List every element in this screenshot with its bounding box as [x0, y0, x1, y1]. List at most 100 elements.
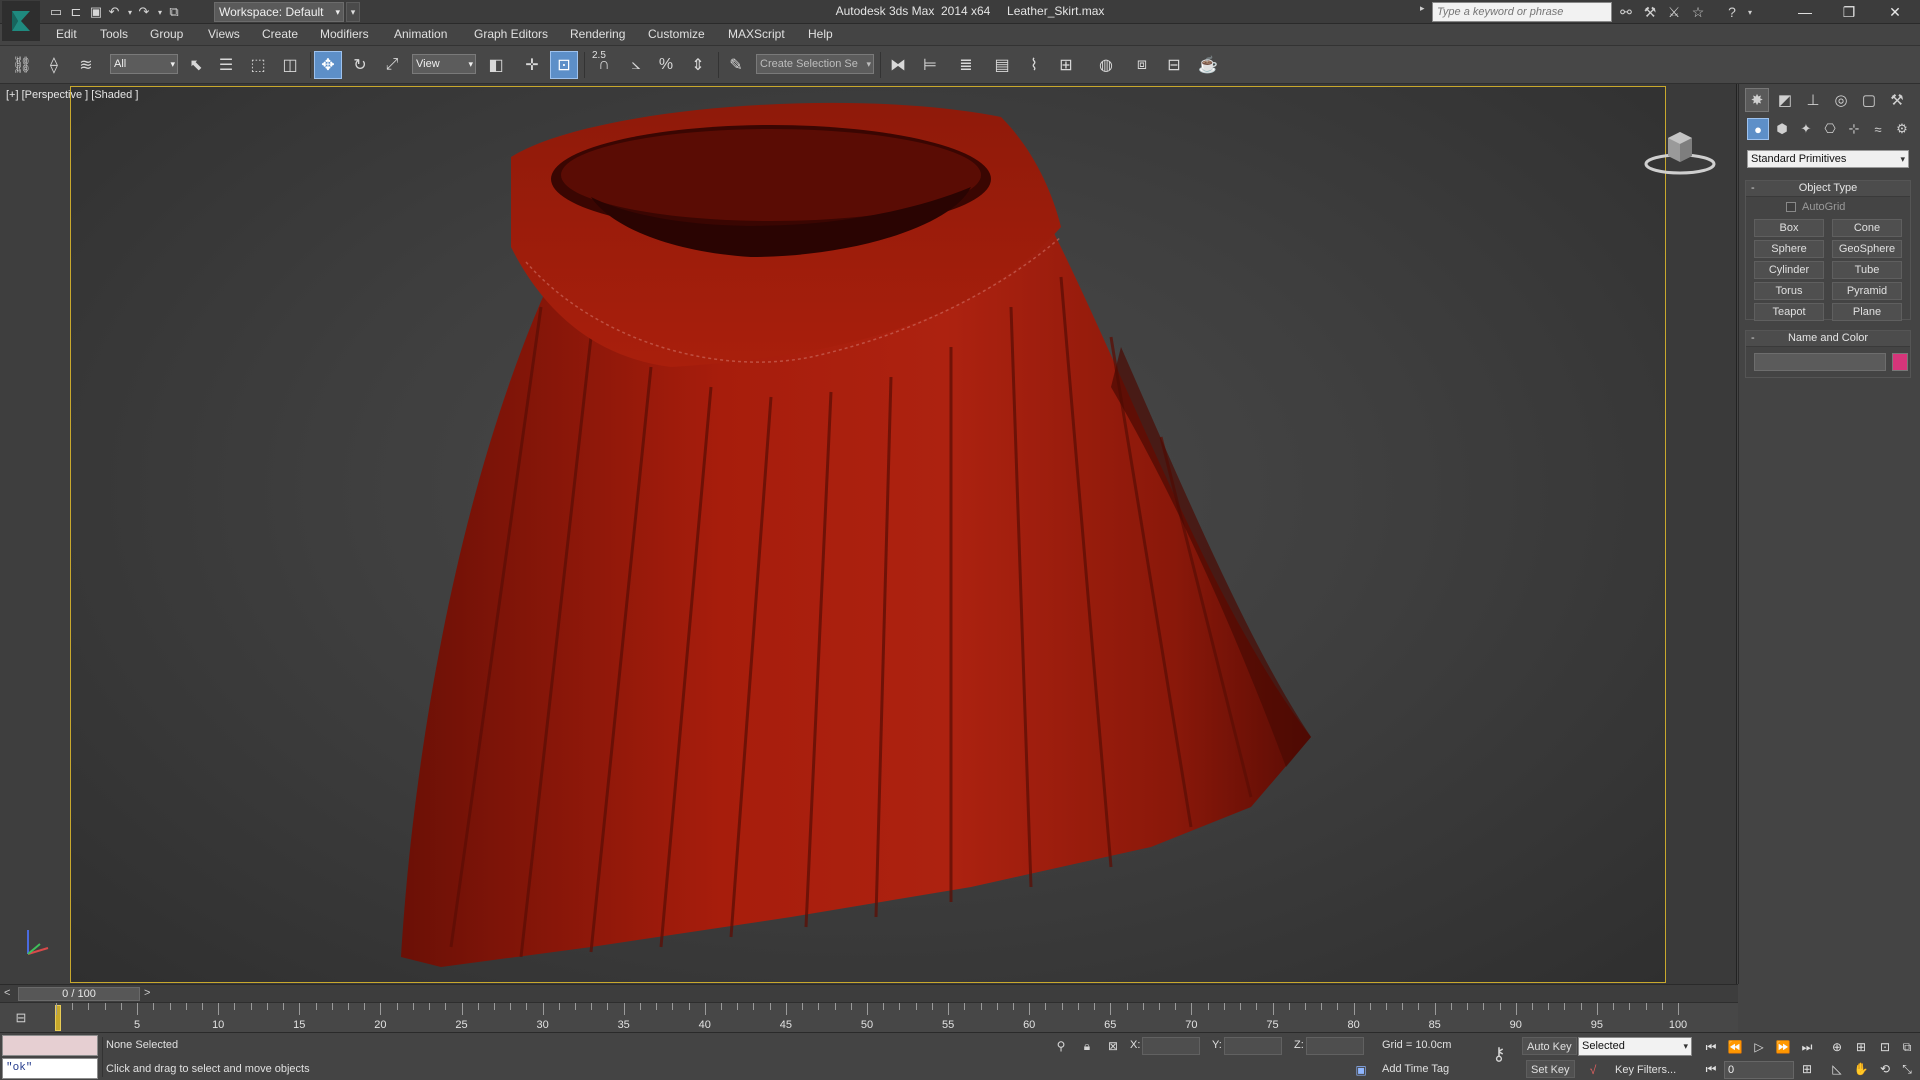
time-slider[interactable]: < 0 / 100 > [0, 984, 1738, 1002]
auto-key-button[interactable]: Auto Key [1522, 1037, 1577, 1055]
set-key-button[interactable]: Set Key [1526, 1060, 1575, 1078]
angle-snap-icon[interactable]: ⦣ [622, 51, 650, 79]
x-coordinate-field[interactable] [1142, 1037, 1200, 1055]
open-mini-curve-editor-icon[interactable]: ⊟ [10, 1009, 32, 1027]
go-to-end-icon[interactable]: ⏭ [1796, 1037, 1818, 1057]
zoom-icon[interactable]: ⊕ [1826, 1037, 1848, 1057]
menu-tools[interactable]: Tools [98, 27, 130, 41]
select-and-manipulate-icon[interactable]: ✛ [518, 51, 546, 79]
geosphere-button[interactable]: GeoSphere [1832, 240, 1902, 258]
object-color-swatch[interactable] [1892, 353, 1908, 371]
snaps-toggle-icon[interactable]: ∩ [590, 51, 618, 79]
link-icon[interactable]: ⛓ [8, 51, 36, 79]
current-frame-field[interactable]: 0 [1724, 1061, 1794, 1079]
time-tag-icon[interactable]: ▣ [1352, 1061, 1370, 1079]
previous-frame-icon[interactable]: < [4, 987, 10, 999]
menu-help[interactable]: Help [806, 27, 835, 41]
window-crossing-icon[interactable]: ◫ [276, 51, 304, 79]
orbit-icon[interactable]: ⟲ [1874, 1059, 1896, 1079]
add-time-tag[interactable]: Add Time Tag [1382, 1063, 1449, 1075]
rendered-frame-window-icon[interactable]: ⊟ [1160, 51, 1188, 79]
align-icon[interactable]: ⊨ [916, 51, 944, 79]
render-production-icon[interactable]: ☕ [1194, 51, 1222, 79]
modify-tab-icon[interactable]: ◩ [1773, 88, 1797, 112]
schematic-view-icon[interactable]: ⊞ [1052, 51, 1080, 79]
zoom-extents-all-icon[interactable]: ⧉ [1896, 1037, 1918, 1057]
default-in-out-tangents-key-icon[interactable]: ⚷ [1486, 1044, 1512, 1064]
systems-icon[interactable]: ⚙ [1891, 118, 1913, 140]
menu-animation[interactable]: Animation [392, 27, 449, 41]
geometry-icon[interactable]: ● [1747, 118, 1769, 140]
viewcube[interactable] [1640, 120, 1720, 180]
next-key-icon[interactable]: ⏩ [1772, 1037, 1794, 1057]
key-mode-dropdown[interactable]: Selected ▾ [1578, 1037, 1692, 1056]
unlink-icon[interactable]: ⟠ [40, 51, 68, 79]
previous-key-icon[interactable]: ⏪ [1724, 1037, 1746, 1057]
utilities-tab-icon[interactable]: ⚒ [1885, 88, 1909, 112]
restore-button[interactable]: ❐ [1826, 0, 1872, 24]
display-tab-icon[interactable]: ▢ [1857, 88, 1881, 112]
spinner-snap-icon[interactable]: ⇕ [684, 51, 712, 79]
lights-icon[interactable]: ✦ [1795, 118, 1817, 140]
minimize-button[interactable]: — [1782, 0, 1828, 24]
menu-customize[interactable]: Customize [646, 27, 707, 41]
zoom-all-icon[interactable]: ⊞ [1850, 1037, 1872, 1057]
search-input[interactable] [1432, 2, 1612, 22]
select-and-rotate-icon[interactable]: ↻ [346, 51, 374, 79]
render-setup-icon[interactable]: ⧈ [1128, 51, 1156, 79]
menu-maxscript[interactable]: MAXScript [726, 27, 787, 41]
create-tab-icon[interactable]: ✸ [1745, 88, 1769, 112]
field-of-view-icon[interactable]: ◺ [1826, 1059, 1848, 1079]
box-button[interactable]: Box [1754, 219, 1824, 237]
y-coordinate-field[interactable] [1224, 1037, 1282, 1055]
object-name-field[interactable] [1754, 353, 1886, 371]
menu-modifiers[interactable]: Modifiers [318, 27, 371, 41]
rectangular-selection-icon[interactable]: ⬚ [244, 51, 272, 79]
edit-named-selection-icon[interactable]: ✎ [722, 51, 750, 79]
quick-access-customize-icon[interactable]: ▾ [346, 2, 360, 22]
workspace-dropdown[interactable]: Workspace: Default ▾ [214, 2, 344, 22]
menu-views[interactable]: Views [206, 27, 242, 41]
help-dropdown-icon[interactable]: ▾ [1740, 2, 1760, 22]
isolate-selection-icon[interactable]: ⚲ [1052, 1037, 1070, 1055]
cameras-icon[interactable]: ⎔ [1819, 118, 1841, 140]
motion-tab-icon[interactable]: ◎ [1829, 88, 1853, 112]
menu-rendering[interactable]: Rendering [568, 27, 627, 41]
star-icon[interactable]: ☆ [1688, 2, 1708, 22]
select-by-name-icon[interactable]: ☰ [212, 51, 240, 79]
menu-group[interactable]: Group [148, 27, 185, 41]
maximize-viewport-icon[interactable]: ⤡ [1896, 1059, 1918, 1079]
save-icon[interactable]: ▣ [86, 2, 106, 22]
autogrid-checkbox[interactable]: AutoGrid [1786, 201, 1845, 213]
time-slider-thumb[interactable]: 0 / 100 [18, 987, 140, 1001]
viewport-label[interactable]: [+] [Perspective ] [Shaded ] [6, 89, 138, 101]
mirror-icon[interactable]: ⧓ [884, 51, 912, 79]
maxscript-listener-output[interactable]: "ok" [2, 1058, 98, 1079]
bind-space-warp-icon[interactable]: ≋ [72, 51, 100, 79]
play-icon[interactable]: ▷ [1748, 1037, 1770, 1057]
percent-snap-icon[interactable]: % [652, 51, 680, 79]
teapot-button[interactable]: Teapot [1754, 303, 1824, 321]
key-tangent-icon[interactable]: √ [1584, 1061, 1602, 1079]
next-frame-icon[interactable]: > [144, 987, 150, 999]
application-button[interactable] [2, 1, 40, 41]
layer-manager-icon[interactable]: ≣ [952, 51, 980, 79]
select-object-icon[interactable]: ⬉ [182, 51, 210, 79]
menu-graph-editors[interactable]: Graph Editors [472, 27, 550, 41]
binoculars-icon[interactable]: ⚯ [1616, 2, 1636, 22]
cylinder-button[interactable]: Cylinder [1754, 261, 1824, 279]
key-filters-button[interactable]: Key Filters... [1610, 1060, 1681, 1078]
selection-lock-icon[interactable]: 🔒︎ [1078, 1037, 1096, 1055]
object-type-header[interactable]: - Object Type [1746, 181, 1910, 197]
menu-create[interactable]: Create [260, 27, 300, 41]
maxscript-listener-input[interactable] [2, 1035, 98, 1056]
selection-filter-dropdown[interactable]: All ▾ [110, 54, 178, 74]
pyramid-button[interactable]: Pyramid [1832, 282, 1902, 300]
communication-center-icon[interactable]: ⚔ [1664, 2, 1684, 22]
hierarchy-tab-icon[interactable]: ⊥ [1801, 88, 1825, 112]
menu-edit[interactable]: Edit [54, 27, 79, 41]
curve-editor-icon[interactable]: ⌇ [1020, 51, 1048, 79]
shapes-icon[interactable]: ⬢ [1771, 118, 1793, 140]
help-icon[interactable]: ? [1722, 2, 1742, 22]
go-to-start-icon[interactable]: ⏮ [1700, 1037, 1722, 1057]
